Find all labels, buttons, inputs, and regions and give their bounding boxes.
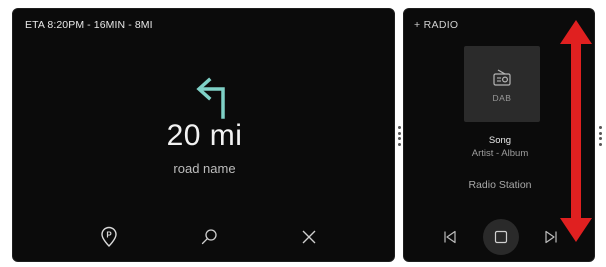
skip-next-icon [545,230,557,244]
dab-label: DAB [492,93,512,103]
stop-icon [494,230,508,244]
panel-edge-handle[interactable] [599,126,602,146]
album-art: DAB [464,46,540,122]
parking-pin-icon: P [101,226,117,247]
svg-text:P: P [106,231,112,240]
eta-label: ETA 8:20PM - 16MIN - 8MI [25,19,153,31]
close-navigation-button[interactable] [297,225,321,249]
close-icon [302,230,316,244]
search-button[interactable] [197,225,221,249]
vertical-double-arrow-icon [560,20,592,242]
distance-to-turn: 20 mi [166,119,243,152]
radio-panel-title[interactable]: + RADIO [414,19,458,31]
search-icon [201,229,217,245]
previous-button[interactable] [442,229,458,245]
parking-button[interactable]: P [97,225,121,249]
stop-button[interactable] [483,219,519,255]
skip-previous-icon [444,230,456,244]
next-button[interactable] [543,229,559,245]
turn-left-arrow-icon [196,77,225,119]
navigation-panel[interactable]: ETA 8:20PM - 16MIN - 8MI 20 mi road name… [12,8,395,262]
panel-resize-handle[interactable] [398,126,401,146]
radio-icon [493,69,511,86]
infotainment-screen: ETA 8:20PM - 16MIN - 8MI 20 mi road name… [0,0,606,267]
road-name: road name [173,161,236,176]
